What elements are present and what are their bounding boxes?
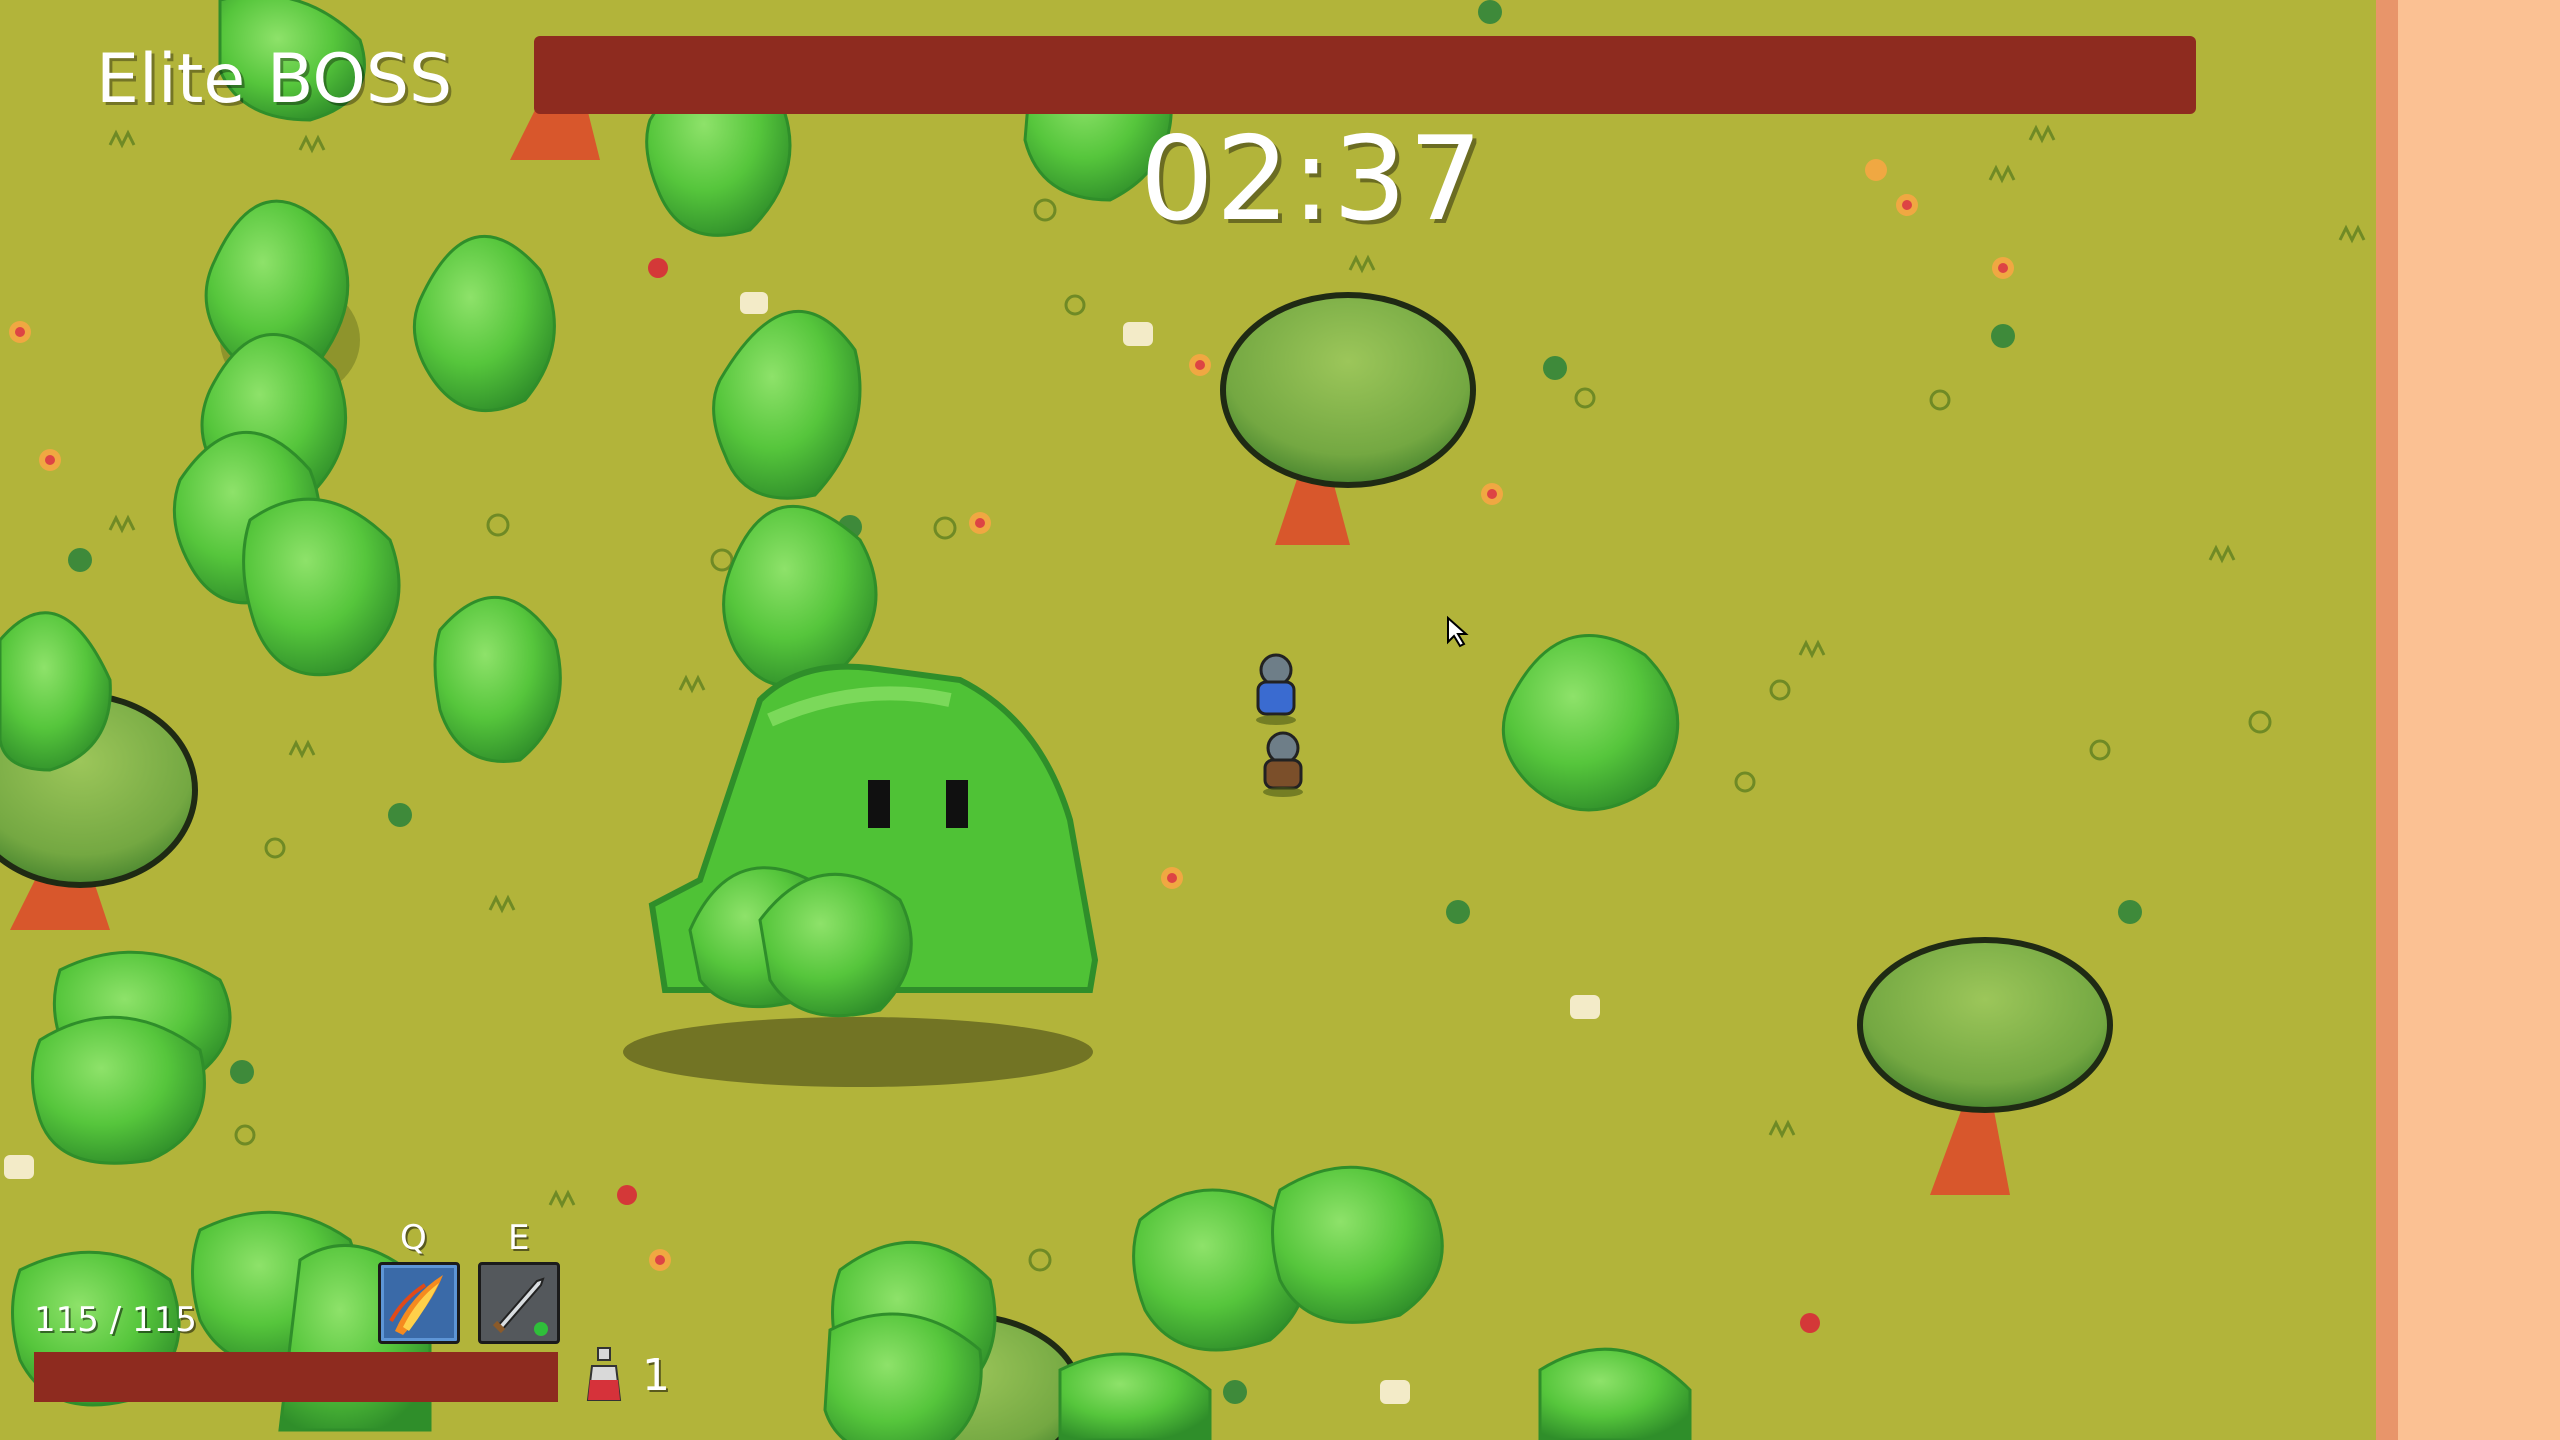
player-health-bar (34, 1352, 558, 1402)
clover-plants (68, 0, 2142, 1404)
tree (1220, 292, 1476, 545)
map-edge-wall (2376, 0, 2398, 1440)
companion-character (1263, 731, 1303, 797)
sword-icon (492, 1277, 548, 1336)
tree (1857, 937, 2113, 1195)
boss-health-bar (534, 36, 2196, 114)
boss-title: Elite BOSS (96, 40, 453, 119)
player-character (1256, 653, 1296, 725)
survival-timer: 02:37 (1140, 112, 1485, 247)
hotkey-e-label: E (508, 1218, 530, 1258)
boss-slime[interactable] (623, 663, 1099, 1087)
out-of-bounds-area (2398, 0, 2560, 1440)
player-hp-text: 115 / 115 (34, 1300, 197, 1340)
mouse-cursor-icon (1447, 615, 1469, 648)
hotkey-q-label: Q (400, 1218, 427, 1258)
potion-count: 1 (642, 1350, 670, 1401)
ability-slot-q[interactable] (378, 1262, 460, 1344)
potion-icon[interactable] (584, 1346, 624, 1406)
ability-slot-e[interactable] (478, 1262, 560, 1344)
fire-slash-icon (389, 1275, 443, 1335)
